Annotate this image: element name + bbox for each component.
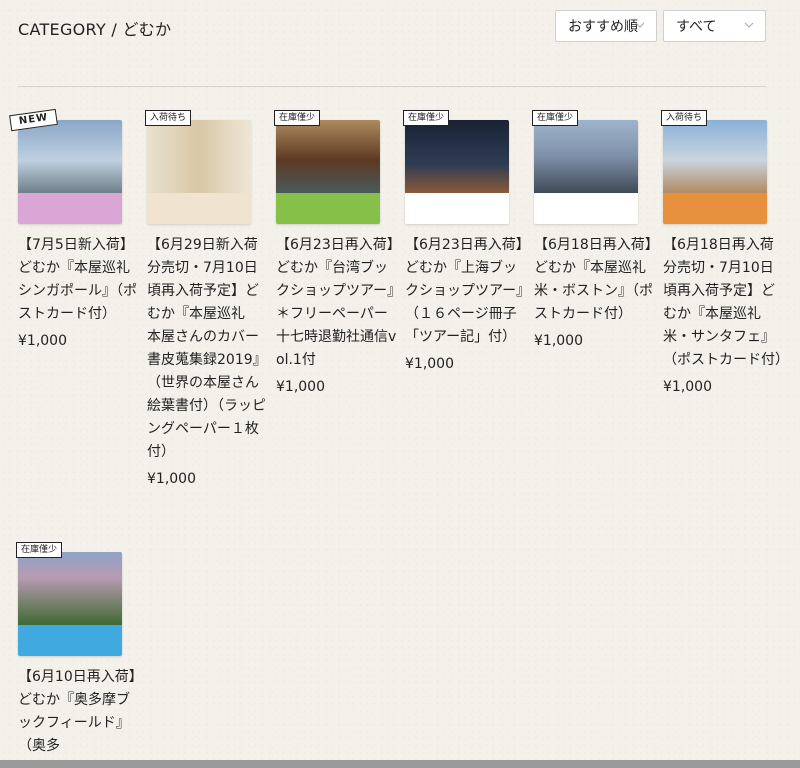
book-cover — [18, 120, 122, 224]
product-card[interactable]: 入荷待ち 【6月29日新入荷分売切・7月10日頃再入荷予定】どむか『本屋巡礼 本… — [145, 110, 269, 491]
stock-badge: 入荷待ち — [661, 110, 708, 126]
product-price: ¥1,000 — [18, 333, 67, 349]
product-title[interactable]: 【6月18日再入荷】どむか『本屋巡礼 米・ボストン』（ポストカード付） — [534, 234, 660, 326]
product-thumbnail[interactable]: 入荷待ち — [661, 110, 767, 224]
product-title[interactable]: 【6月10日再入荷】どむか『奥多摩ブックフィールド』（奥多 — [18, 666, 140, 758]
sort-controls: おすすめ順 すべて — [555, 10, 766, 42]
stock-badge: 在庫僅少 — [274, 110, 321, 126]
book-cover — [147, 120, 251, 224]
page-title: CATEGORY / どむか — [18, 20, 172, 39]
product-thumbnail[interactable]: 在庫僅少 — [16, 542, 122, 656]
header-divider — [18, 86, 766, 87]
chevron-down-icon — [744, 22, 754, 28]
book-cover — [663, 120, 767, 224]
product-price: ¥1,000 — [147, 471, 196, 487]
product-title[interactable]: 【6月18日再入荷分売切・7月10日頃再入荷予定】どむか『本屋巡礼 米・サンタフ… — [663, 234, 789, 372]
stock-badge: 入荷待ち — [145, 110, 192, 126]
product-card[interactable]: 在庫僅少 【6月10日再入荷】どむか『奥多摩ブックフィールド』（奥多 — [16, 542, 140, 762]
book-cover — [276, 120, 380, 224]
stock-badge: 在庫僅少 — [16, 542, 63, 558]
bottom-scroll-bar — [0, 760, 800, 768]
stock-badge: 在庫僅少 — [403, 110, 450, 126]
sort-selected-label: おすすめ順 — [568, 19, 638, 35]
product-price: ¥1,000 — [663, 379, 712, 395]
product-thumbnail[interactable]: 在庫僅少 — [274, 110, 380, 224]
product-price: ¥1,000 — [276, 379, 325, 395]
product-thumbnail[interactable]: 在庫僅少 — [403, 110, 509, 224]
product-card[interactable]: 在庫僅少 【6月18日再入荷】どむか『本屋巡礼 米・ボストン』（ポストカード付）… — [532, 110, 660, 353]
book-cover — [405, 120, 509, 224]
product-thumbnail[interactable]: 入荷待ち — [145, 110, 251, 224]
stock-badge: 在庫僅少 — [532, 110, 579, 126]
book-cover — [18, 552, 122, 656]
book-cover — [534, 120, 638, 224]
product-title[interactable]: 【7月5日新入荷】どむか『本屋巡礼 シンガポール』（ポストカード付） — [18, 234, 144, 326]
product-thumbnail[interactable]: NEW — [9, 108, 122, 224]
product-title[interactable]: 【6月29日新入荷分売切・7月10日頃再入荷予定】どむか『本屋巡礼 本屋さんのカ… — [147, 234, 269, 464]
product-card[interactable]: 入荷待ち 【6月18日再入荷分売切・7月10日頃再入荷予定】どむか『本屋巡礼 米… — [661, 110, 789, 399]
product-card[interactable]: 在庫僅少 【6月23日再入荷】どむか『上海ブックショップツアー』（１６ページ冊子… — [403, 110, 527, 376]
product-card[interactable]: 在庫僅少 【6月23日再入荷】どむか『台湾ブックショップツアー』＊フリーペーパー… — [274, 110, 398, 399]
filter-select[interactable]: すべて — [663, 10, 766, 42]
product-card[interactable]: NEW 【7月5日新入荷】どむか『本屋巡礼 シンガポール』（ポストカード付） ¥… — [9, 108, 144, 353]
product-price: ¥1,000 — [534, 333, 583, 349]
product-thumbnail[interactable]: 在庫僅少 — [532, 110, 638, 224]
filter-selected-label: すべて — [676, 19, 717, 35]
product-price: ¥1,000 — [405, 356, 454, 372]
sort-select[interactable]: おすすめ順 — [555, 10, 657, 42]
chevron-down-icon — [635, 22, 645, 28]
product-title[interactable]: 【6月23日再入荷】どむか『台湾ブックショップツアー』＊フリーペーパー十七時退勤… — [276, 234, 398, 372]
product-title[interactable]: 【6月23日再入荷】どむか『上海ブックショップツアー』（１６ページ冊子「ツアー記… — [405, 234, 527, 349]
